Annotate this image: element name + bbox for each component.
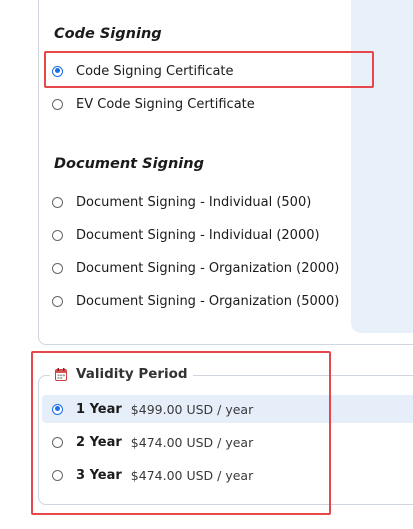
radio-button[interactable] <box>52 469 63 481</box>
option-document-signing-individual-2000[interactable]: Document Signing - Individual (2000) <box>52 224 320 246</box>
calendar-icon <box>55 367 67 381</box>
document-signing-heading: Document Signing <box>54 156 204 172</box>
option-ev-code-signing-certificate[interactable]: EV Code Signing Certificate <box>52 93 255 115</box>
option-label: Code Signing Certificate <box>76 63 234 79</box>
option-label: Document Signing - Organization (2000) <box>76 260 340 276</box>
code-signing-heading: Code Signing <box>54 26 162 42</box>
option-document-signing-individual-500[interactable]: Document Signing - Individual (500) <box>52 191 311 213</box>
radio-button[interactable] <box>52 262 63 274</box>
validity-years: 1 Year <box>76 401 122 417</box>
option-document-signing-organization-5000[interactable]: Document Signing - Organization (5000) <box>52 290 339 312</box>
radio-button[interactable] <box>52 295 63 307</box>
radio-button[interactable] <box>52 229 63 241</box>
option-document-signing-organization-2000[interactable]: Document Signing - Organization (2000) <box>52 257 339 279</box>
option-code-signing-certificate[interactable]: Code Signing Certificate <box>52 60 234 82</box>
radio-button[interactable] <box>52 196 63 208</box>
validity-option-1-year[interactable]: 1 Year $499.00 USD / year <box>52 398 253 420</box>
side-panel-shade <box>351 0 413 333</box>
validity-years: 3 Year <box>76 467 122 483</box>
validity-period-label: Validity Period <box>76 366 188 382</box>
validity-period-legend: Validity Period <box>50 366 193 382</box>
radio-button-checked[interactable] <box>52 65 63 77</box>
validity-price: $499.00 USD / year <box>130 401 254 417</box>
radio-button[interactable] <box>52 436 63 448</box>
validity-price: $474.00 USD / year <box>130 434 254 450</box>
option-label: EV Code Signing Certificate <box>76 96 255 112</box>
radio-button[interactable] <box>52 98 63 110</box>
radio-button-checked[interactable] <box>52 403 63 415</box>
validity-price: $474.00 USD / year <box>130 467 254 483</box>
validity-option-2-year[interactable]: 2 Year $474.00 USD / year <box>52 431 253 453</box>
option-label: Document Signing - Organization (5000) <box>76 293 340 309</box>
validity-years: 2 Year <box>76 434 122 450</box>
option-label: Document Signing - Individual (500) <box>76 194 312 210</box>
option-label: Document Signing - Individual (2000) <box>76 227 320 243</box>
validity-option-3-year[interactable]: 3 Year $474.00 USD / year <box>52 464 253 486</box>
